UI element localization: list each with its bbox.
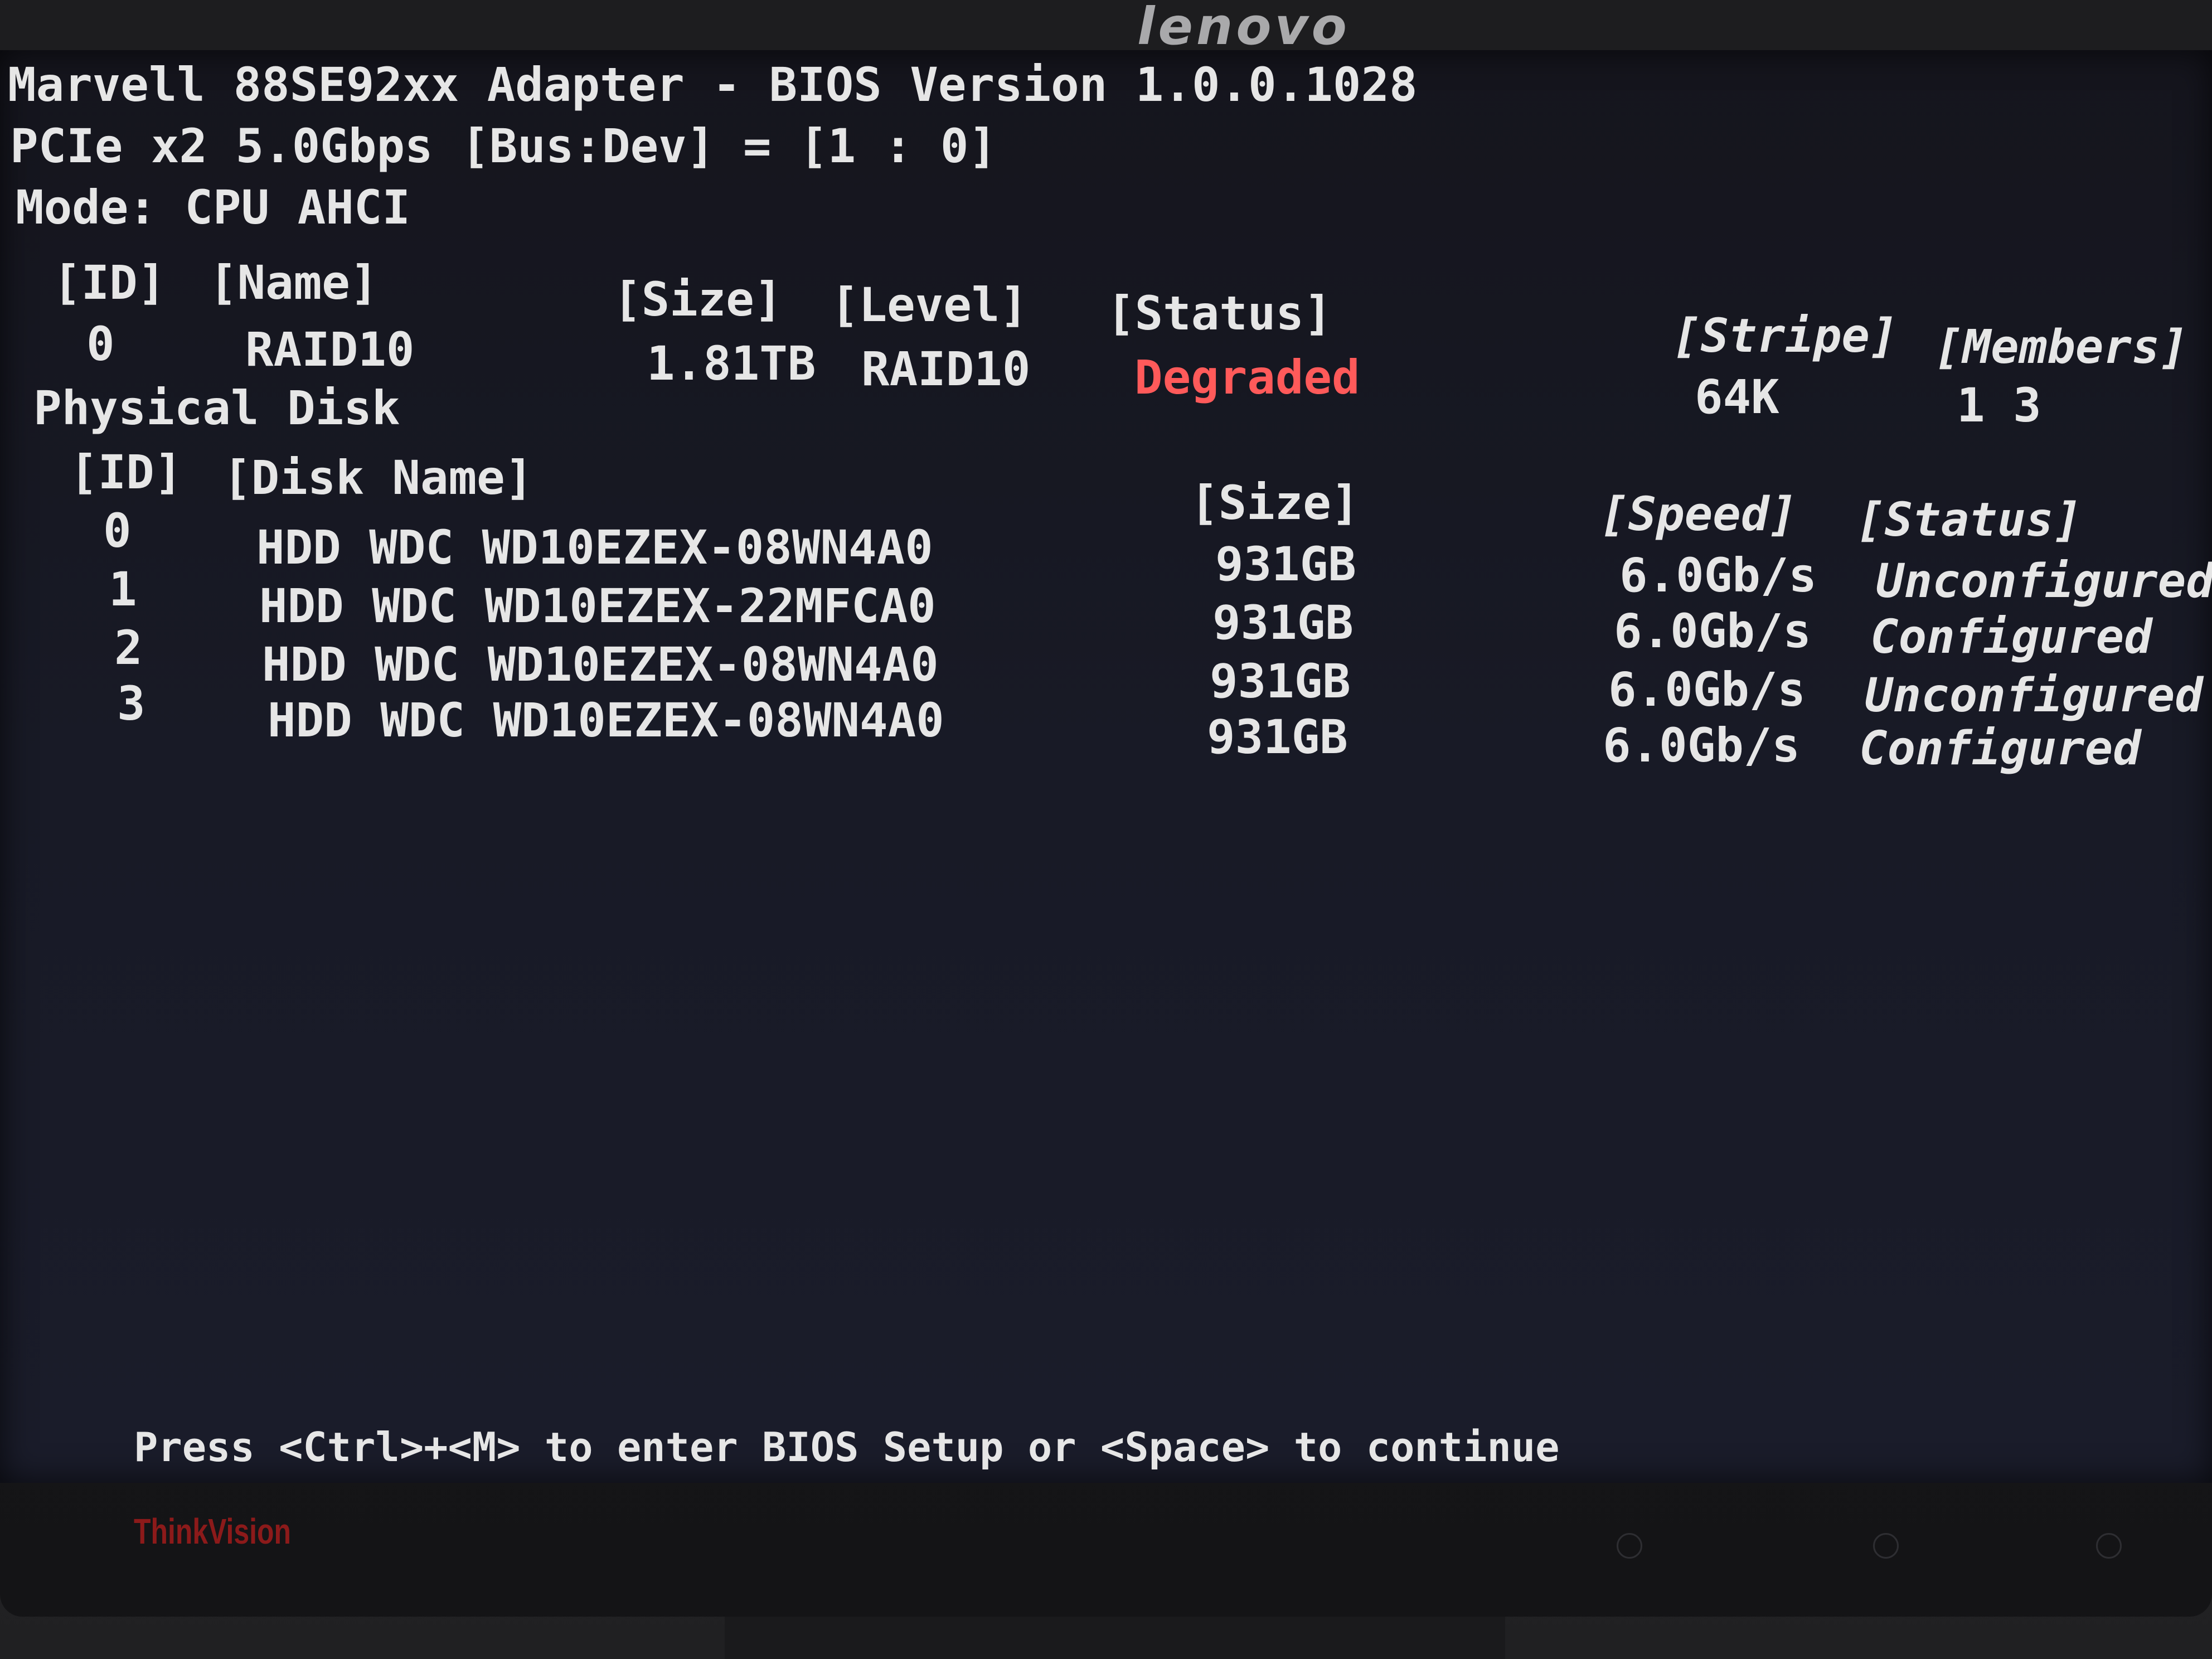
pd-row-1-name: HDD WDC WD10EZEX-22MFCA0 <box>259 579 936 633</box>
pd-header-size: [Size] <box>1190 476 1360 530</box>
bus-info-line: PCIe x2 5.0Gbps [Bus:Dev] = [1 : 0] <box>10 119 997 173</box>
vd-row-level: RAID10 <box>861 342 1031 396</box>
pd-row-0-speed: 6.0Gb/s <box>1619 548 1817 603</box>
vd-row-size: 1.81TB <box>647 336 816 391</box>
vd-row-name: RAID10 <box>245 322 415 377</box>
pd-row-1-status: Configured <box>1870 609 2152 664</box>
pd-row-3-size: 931GB <box>1207 710 1348 764</box>
monitor-power-button[interactable] <box>2096 1533 2122 1559</box>
pd-row-2-speed: 6.0Gb/s <box>1608 662 1806 717</box>
monitor-buttons <box>1561 1527 2174 1561</box>
pd-row-0-size: 931GB <box>1215 537 1356 591</box>
monitor-bezel: lenovo Marvell 88SE92xx Adapter - BIOS V… <box>0 0 2212 1617</box>
pd-row-3-name: HDD WDC WD10EZEX-08WN4A0 <box>268 693 944 748</box>
vd-row-stripe: 64K <box>1695 370 1779 424</box>
vd-header-members: [Members] <box>1934 319 2189 374</box>
vd-row-members: 1 3 <box>1957 378 2041 433</box>
pd-header-id: [ID] <box>70 445 183 499</box>
bios-title: Marvell 88SE92xx Adapter - BIOS Version … <box>8 57 1418 112</box>
pd-header-speed: [Speed] <box>1600 487 1798 541</box>
vd-header-id: [ID] <box>53 255 166 310</box>
bios-screen: Marvell 88SE92xx Adapter - BIOS Version … <box>0 50 2212 1483</box>
thinkvision-logo: ThinkVision <box>134 1511 291 1551</box>
pd-row-2-name: HDD WDC WD10EZEX-08WN4A0 <box>262 637 939 692</box>
pd-row-2-status: Unconfigured <box>1865 668 2203 722</box>
vd-header-name: [Name] <box>209 255 379 310</box>
vd-header-size: [Size] <box>613 272 783 327</box>
vd-header-stripe: [Stripe] <box>1672 308 1898 363</box>
footer-prompt: Press <Ctrl>+<M> to enter BIOS Setup or … <box>134 1424 1560 1471</box>
pd-row-1-id: 1 <box>109 562 137 617</box>
lenovo-logo: lenovo <box>1137 0 1350 56</box>
pd-row-2-size: 931GB <box>1210 654 1351 709</box>
pd-row-1-speed: 6.0Gb/s <box>1614 604 1812 658</box>
monitor-button-1[interactable] <box>1617 1533 1642 1559</box>
mode-line: Mode: CPU AHCI <box>16 180 411 235</box>
pd-header-disk-name: [Disk Name] <box>223 450 533 505</box>
pd-row-0-id: 0 <box>103 503 132 558</box>
pd-row-0-status: Unconfigured <box>1876 554 2212 608</box>
pd-row-3-status: Configured <box>1859 721 2141 775</box>
vd-header-status: [Status] <box>1107 286 1332 341</box>
pd-row-0-name: HDD WDC WD10EZEX-08WN4A0 <box>256 520 933 575</box>
vd-header-level: [Level] <box>831 278 1029 332</box>
vd-row-id: 0 <box>86 317 115 371</box>
pd-row-2-id: 2 <box>114 620 143 675</box>
photo-frame: lenovo Marvell 88SE92xx Adapter - BIOS V… <box>0 0 2212 1659</box>
pd-header-status: [Status] <box>1856 492 2082 547</box>
vd-row-status-degraded: Degraded <box>1134 350 1360 405</box>
pd-row-3-speed: 6.0Gb/s <box>1603 718 1801 773</box>
monitor-stand <box>725 1617 1505 1659</box>
pd-row-3-id: 3 <box>117 676 145 731</box>
monitor-button-2[interactable] <box>1873 1533 1899 1559</box>
pd-row-1-size: 931GB <box>1212 595 1354 650</box>
physical-disk-label: Physical Disk <box>33 381 400 435</box>
